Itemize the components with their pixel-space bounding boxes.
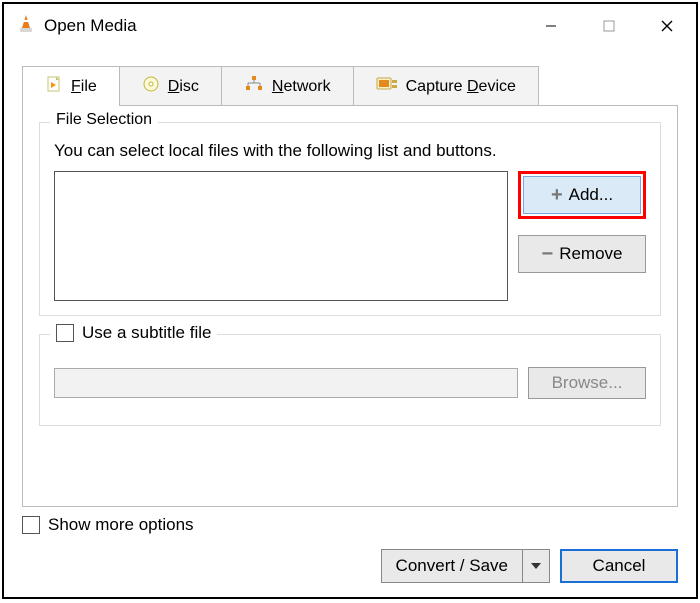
subtitle-fieldset: Use a subtitle file Browse...: [39, 334, 661, 426]
fieldset-legend: File Selection: [50, 111, 158, 129]
file-list-box[interactable]: [54, 171, 508, 301]
show-more-options-row[interactable]: Show more options: [22, 515, 194, 535]
tab-strip: File Disc: [22, 66, 678, 106]
minus-icon: −: [542, 244, 554, 264]
instruction-text: You can select local files with the foll…: [54, 141, 646, 161]
button-label: Remove: [559, 244, 622, 264]
subtitle-checkbox[interactable]: [56, 324, 74, 342]
tab-label: File: [71, 78, 97, 96]
show-more-checkbox[interactable]: [22, 516, 40, 534]
remove-button[interactable]: − Remove: [518, 235, 646, 273]
dropdown-arrow-icon[interactable]: [523, 550, 549, 582]
tab-panel-file: File Selection You can select local file…: [22, 105, 678, 507]
button-label: Cancel: [593, 556, 646, 576]
plus-icon: +: [551, 185, 563, 205]
window-title: Open Media: [44, 16, 137, 36]
tab-label: Disc: [168, 78, 199, 96]
network-tab-icon: [244, 75, 264, 98]
capture-tab-icon: [376, 75, 398, 98]
maximize-button[interactable]: [580, 4, 638, 48]
tab-capture-device[interactable]: Capture Device: [353, 66, 539, 106]
app-icon: [16, 14, 36, 39]
subtitle-checkbox-row[interactable]: Use a subtitle file: [50, 323, 217, 343]
minimize-button[interactable]: [522, 4, 580, 48]
button-label: Browse...: [552, 373, 623, 393]
disc-tab-icon: [142, 75, 160, 98]
dialog-window: Open Media: [2, 2, 698, 599]
tab-label: Capture Device: [406, 78, 516, 96]
convert-save-button[interactable]: Convert / Save: [381, 549, 550, 583]
highlight-annotation: + Add...: [518, 171, 646, 219]
file-tab-icon: [45, 75, 63, 98]
button-label: Add...: [569, 185, 613, 205]
tab-disc[interactable]: Disc: [119, 66, 222, 106]
browse-button: Browse...: [528, 367, 646, 399]
checkbox-label: Use a subtitle file: [82, 323, 211, 343]
close-button[interactable]: [638, 4, 696, 48]
tab-file[interactable]: File: [22, 66, 120, 106]
subtitle-path-input: [54, 368, 518, 398]
add-button[interactable]: + Add...: [523, 176, 641, 214]
cancel-button[interactable]: Cancel: [560, 549, 678, 583]
button-label: Convert / Save: [382, 550, 523, 582]
tab-label: Network: [272, 78, 331, 96]
dialog-button-bar: Convert / Save Cancel: [381, 549, 678, 583]
file-selection-fieldset: File Selection You can select local file…: [39, 122, 661, 316]
tab-network[interactable]: Network: [221, 66, 354, 106]
checkbox-label: Show more options: [48, 515, 194, 535]
title-bar: Open Media: [4, 4, 696, 48]
